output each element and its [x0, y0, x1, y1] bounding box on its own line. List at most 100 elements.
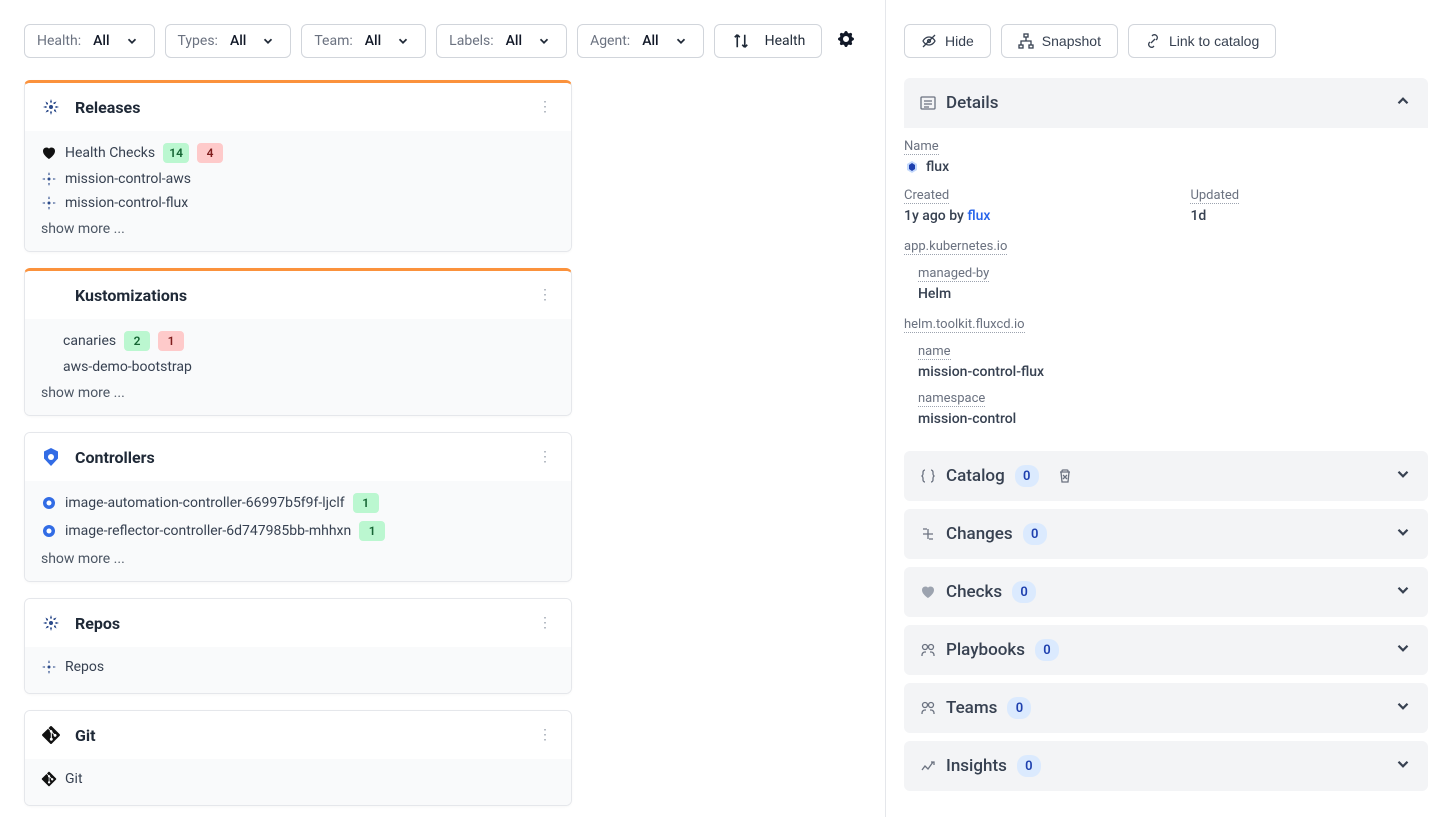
accordion-checks: Checks 0: [904, 567, 1428, 617]
details-value: Helm: [918, 286, 1428, 302]
kustomization-item[interactable]: aws-demo-bootstrap: [41, 355, 555, 379]
snapshot-button[interactable]: Snapshot: [1001, 24, 1118, 58]
count-badge: 0: [1017, 755, 1041, 777]
accordion-header[interactable]: Catalog 0: [904, 451, 1428, 501]
accordion-title: Teams: [946, 698, 997, 718]
kubernetes-icon: [41, 447, 61, 467]
git-item[interactable]: Git: [41, 767, 555, 791]
controller-item[interactable]: image-automation-controller-66997b5f9f-l…: [41, 489, 555, 517]
card-header[interactable]: Controllers ⋮: [25, 433, 571, 481]
accordion-header[interactable]: Changes 0: [904, 509, 1428, 559]
flux-icon: [904, 159, 920, 175]
accordion-playbooks: Playbooks 0: [904, 625, 1428, 675]
card-header[interactable]: Git ⋮: [25, 711, 571, 759]
helm-icon: [41, 171, 57, 187]
count-badge: 0: [1015, 465, 1039, 487]
accordion-title: Insights: [946, 756, 1007, 776]
details-value: flux: [926, 159, 949, 175]
helm-icon: [41, 195, 57, 211]
card-title: Releases: [75, 98, 521, 117]
accordion-body: Name flux Created 1y ago by flux Updated…: [904, 128, 1428, 443]
show-more-link[interactable]: show more ...: [41, 545, 555, 567]
health-checks-row[interactable]: Health Checks 14 4: [41, 139, 555, 167]
created-by-link[interactable]: flux: [967, 208, 990, 224]
canaries-row[interactable]: canaries 2 1: [41, 327, 555, 355]
card-controllers: Controllers ⋮ image-automation-controlle…: [24, 432, 572, 582]
card-menu-button[interactable]: ⋮: [535, 727, 555, 743]
item-name: aws-demo-bootstrap: [63, 359, 192, 375]
filter-label: Team:: [314, 33, 352, 49]
item-name: mission-control-aws: [65, 171, 191, 187]
card-menu-button[interactable]: ⋮: [535, 99, 555, 115]
accordion-title: Catalog: [946, 466, 1005, 486]
accordion-header[interactable]: Teams 0: [904, 683, 1428, 733]
filter-labels[interactable]: Labels: All: [436, 24, 567, 58]
diff-icon: [920, 526, 936, 542]
eye-off-icon: [921, 33, 937, 49]
card-menu-button[interactable]: ⋮: [535, 615, 555, 631]
card-releases: Releases ⋮ Health Checks 14 4 mission-co…: [24, 80, 572, 252]
item-name: mission-control-flux: [65, 195, 188, 211]
card-header[interactable]: Kustomizations ⋮: [25, 271, 571, 319]
item-name: image-reflector-controller-6d747985bb-mh…: [65, 523, 351, 539]
details-label: Name: [904, 139, 939, 155]
card-menu-button[interactable]: ⋮: [535, 449, 555, 465]
accordion-details: Details Name flux Created 1y ago by flux…: [904, 78, 1428, 443]
accordion-title: Playbooks: [946, 640, 1025, 660]
hide-button[interactable]: Hide: [904, 24, 991, 58]
details-label: namespace: [918, 391, 985, 407]
card-body: canaries 2 1 aws-demo-bootstrap show mor…: [25, 319, 571, 415]
row-label: Health Checks: [65, 145, 155, 161]
helm-icon: [41, 613, 61, 633]
filter-label: Labels:: [449, 33, 493, 49]
filter-agent[interactable]: Agent: All: [577, 24, 704, 58]
controller-item[interactable]: image-reflector-controller-6d747985bb-mh…: [41, 517, 555, 545]
badge-green: 14: [163, 143, 189, 163]
count-badge: 0: [1023, 523, 1047, 545]
filter-types[interactable]: Types: All: [165, 24, 292, 58]
trash-x-icon[interactable]: [1057, 468, 1073, 484]
filter-team[interactable]: Team: All: [301, 24, 426, 58]
filter-value: All: [506, 33, 522, 49]
filter-health[interactable]: Health: All: [24, 24, 155, 58]
button-label: Hide: [945, 33, 974, 49]
sort-icon: [731, 31, 751, 51]
chevron-down-icon: [671, 31, 691, 51]
pod-icon: [41, 523, 57, 539]
link-catalog-button[interactable]: Link to catalog: [1128, 24, 1276, 58]
release-item[interactable]: mission-control-aws: [41, 167, 555, 191]
sort-button[interactable]: Health: [714, 24, 823, 58]
card-git: Git ⋮ Git: [24, 710, 572, 806]
button-label: Snapshot: [1042, 33, 1101, 49]
repo-item[interactable]: Repos: [41, 655, 555, 679]
badge-green: 1: [353, 493, 379, 513]
accordion-title: Details: [946, 93, 998, 113]
accordion-header[interactable]: Playbooks 0: [904, 625, 1428, 675]
accordion-header[interactable]: Checks 0: [904, 567, 1428, 617]
chevron-down-icon: [1394, 465, 1412, 487]
card-title: Git: [75, 726, 521, 745]
sitemap-icon: [1018, 33, 1034, 49]
card-header[interactable]: Releases ⋮: [25, 83, 571, 131]
card-header[interactable]: Repos ⋮: [25, 599, 571, 647]
chevron-down-icon: [258, 31, 278, 51]
settings-button[interactable]: [832, 25, 860, 57]
show-more-link[interactable]: show more ...: [41, 379, 555, 401]
release-item[interactable]: mission-control-flux: [41, 191, 555, 215]
card-body: Health Checks 14 4 mission-control-aws m…: [25, 131, 571, 251]
card-title: Controllers: [75, 448, 521, 467]
chevron-down-icon: [1394, 523, 1412, 545]
card-menu-button[interactable]: ⋮: [535, 287, 555, 303]
side-actions: Hide Snapshot Link to catalog: [904, 24, 1428, 58]
card-repos: Repos ⋮ Repos: [24, 598, 572, 694]
filter-value: All: [642, 33, 658, 49]
button-label: Link to catalog: [1169, 33, 1259, 49]
chevron-down-icon: [393, 31, 413, 51]
count-badge: 0: [1035, 639, 1059, 661]
accordion-header[interactable]: Details: [904, 78, 1428, 128]
details-label: managed-by: [918, 266, 989, 282]
chevron-down-icon: [1394, 755, 1412, 777]
show-more-link[interactable]: show more ...: [41, 215, 555, 237]
card-title: Repos: [75, 614, 521, 633]
accordion-header[interactable]: Insights 0: [904, 741, 1428, 791]
